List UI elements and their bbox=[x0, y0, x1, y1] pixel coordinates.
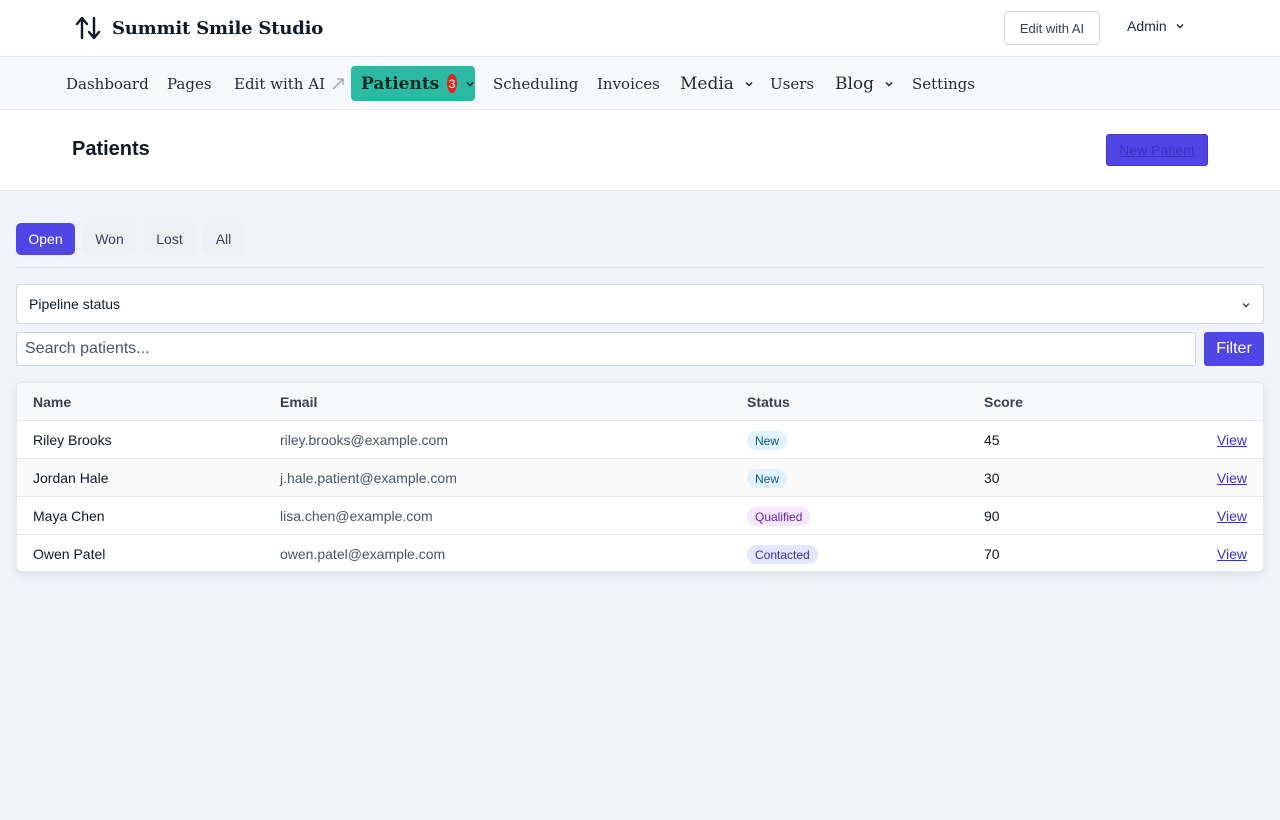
patient-score: 45 bbox=[984, 432, 1000, 448]
patient-email: riley.brooks@example.com bbox=[280, 432, 449, 448]
view-link[interactable]: View bbox=[1217, 508, 1247, 524]
admin-label: Admin bbox=[1127, 18, 1167, 34]
nav-item-media[interactable]: Media bbox=[680, 57, 754, 110]
chevron-down-icon bbox=[466, 81, 474, 87]
chevron-down-icon bbox=[885, 81, 893, 87]
external-arrow-icon bbox=[332, 77, 344, 89]
select-value: Pipeline status bbox=[29, 296, 121, 312]
table-row: Jordan Hale j.hale.patient@example.com N… bbox=[17, 459, 1263, 497]
view-link[interactable]: View bbox=[1217, 546, 1247, 562]
brand[interactable]: Summit Smile Studio bbox=[74, 14, 323, 42]
patient-email: j.hale.patient@example.com bbox=[280, 470, 457, 486]
patients-table: Name Email Status Score Riley Brooks ril… bbox=[16, 382, 1264, 572]
tab-all[interactable]: All bbox=[203, 223, 244, 255]
patient-score: 30 bbox=[984, 470, 1000, 486]
admin-menu[interactable]: Admin bbox=[1127, 18, 1185, 34]
nav-item-settings[interactable]: Settings bbox=[912, 57, 975, 110]
main-nav: Dashboard Pages Edit with AI Patients 3 … bbox=[0, 57, 1280, 110]
tab-open[interactable]: Open bbox=[16, 223, 75, 255]
view-link[interactable]: View bbox=[1217, 470, 1247, 486]
column-header-score[interactable]: Score bbox=[984, 394, 1023, 410]
patient-name: Jordan Hale bbox=[33, 470, 109, 486]
nav-item-label: Patients bbox=[361, 73, 440, 94]
view-link[interactable]: View bbox=[1217, 432, 1247, 448]
table-row: Owen Patel owen.patel@example.com Contac… bbox=[17, 535, 1263, 571]
patient-name: Owen Patel bbox=[33, 546, 106, 562]
column-header-name[interactable]: Name bbox=[33, 394, 71, 410]
table-row: Maya Chen lisa.chen@example.com Qualifie… bbox=[17, 497, 1263, 535]
tab-lost[interactable]: Lost bbox=[144, 223, 195, 255]
patient-name: Maya Chen bbox=[33, 508, 105, 524]
nav-item-scheduling[interactable]: Scheduling bbox=[493, 57, 578, 110]
column-header-status[interactable]: Status bbox=[747, 394, 790, 410]
nav-item-dashboard[interactable]: Dashboard bbox=[66, 57, 149, 110]
divider bbox=[16, 267, 1264, 268]
nav-item-patients[interactable]: Patients 3 bbox=[351, 66, 475, 101]
nav-item-blog[interactable]: Blog bbox=[835, 57, 894, 110]
brand-name: Summit Smile Studio bbox=[112, 17, 324, 39]
new-patient-button[interactable]: New Patient bbox=[1106, 134, 1208, 166]
nav-item-invoices[interactable]: Invoices bbox=[597, 57, 660, 110]
notification-badge: 3 bbox=[447, 74, 457, 93]
chevron-down-icon bbox=[1176, 23, 1184, 29]
filter-button[interactable]: Filter bbox=[1204, 332, 1264, 366]
page-header: Patients New Patient bbox=[0, 110, 1280, 191]
patient-email: lisa.chen@example.com bbox=[280, 508, 433, 524]
nav-item-users[interactable]: Users bbox=[770, 57, 814, 110]
patient-score: 90 bbox=[984, 508, 1000, 524]
tab-won[interactable]: Won bbox=[83, 223, 136, 255]
patient-score: 70 bbox=[984, 546, 1000, 562]
status-badge: Qualified bbox=[747, 507, 811, 526]
table-row: Riley Brooks riley.brooks@example.com Ne… bbox=[17, 421, 1263, 459]
column-header-email[interactable]: Email bbox=[280, 394, 317, 410]
pipeline-status-select[interactable]: Pipeline status bbox=[16, 284, 1264, 324]
nav-item-edit-with-ai[interactable]: Edit with AI bbox=[234, 57, 345, 110]
status-badge: New bbox=[747, 469, 788, 488]
table-header: Name Email Status Score bbox=[17, 383, 1263, 421]
patient-email: owen.patel@example.com bbox=[280, 546, 446, 562]
nav-item-pages[interactable]: Pages bbox=[167, 57, 212, 110]
status-badge: New bbox=[747, 431, 788, 450]
search-input[interactable] bbox=[16, 332, 1196, 366]
sort-arrows-icon bbox=[75, 16, 101, 40]
chevron-down-icon bbox=[1242, 303, 1250, 308]
chevron-down-icon bbox=[745, 81, 753, 87]
patient-name: Riley Brooks bbox=[33, 432, 112, 448]
page-title: Patients bbox=[72, 138, 150, 160]
status-badge: Contacted bbox=[747, 545, 818, 564]
top-bar: Summit Smile Studio Edit with AI Admin bbox=[0, 0, 1280, 57]
edit-with-ai-button[interactable]: Edit with AI bbox=[1004, 11, 1100, 45]
